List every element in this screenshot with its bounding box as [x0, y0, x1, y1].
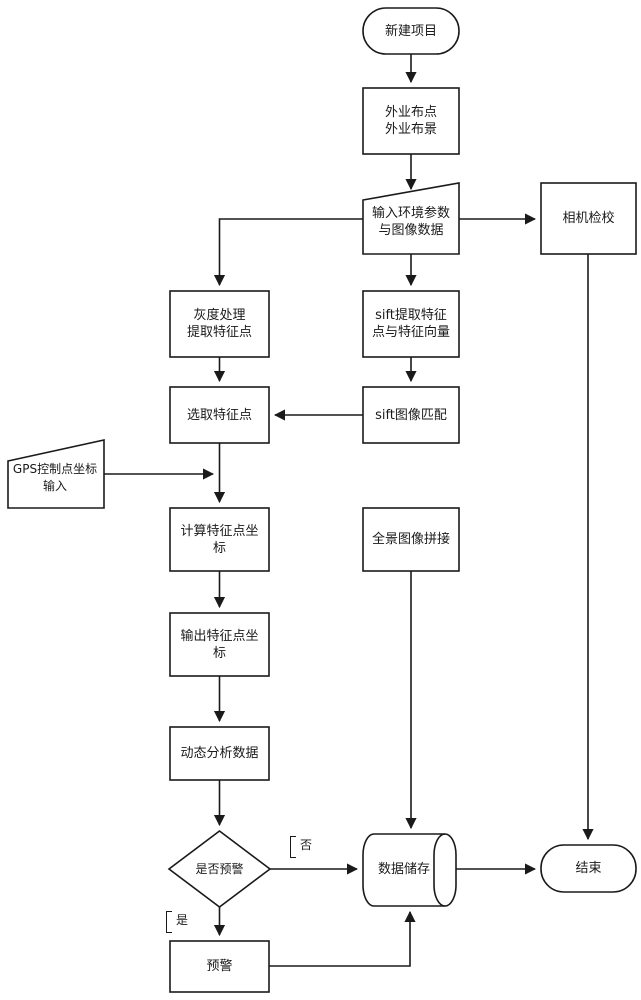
- edge-label-bracket-yes: [166, 911, 172, 933]
- node-shape-gray: [169, 290, 270, 358]
- node-shape-calc: [169, 507, 270, 572]
- node-shape-dynamic: [169, 726, 270, 781]
- node-shape-end: [540, 844, 637, 893]
- node-shape-gps: [7, 439, 105, 509]
- flowchart-canvas: 新建项目 外业布点 外业布景 输入环境参数 与图像数据 相机检校 灰度处理 提取…: [0, 0, 641, 1000]
- node-shape-layout: [362, 87, 460, 155]
- node-shape-siftmatch: [362, 386, 460, 444]
- flowchart-graphics: [7, 7, 637, 993]
- node-shape-storage: [362, 833, 457, 907]
- node-shape-camera: [540, 182, 637, 255]
- node-shape-warn: [169, 940, 270, 993]
- node-shape-output: [169, 612, 270, 677]
- node-shape-panorama: [362, 507, 460, 572]
- node-shape-input: [362, 182, 460, 255]
- node-shape-select: [169, 386, 270, 444]
- node-shape-start: [362, 7, 460, 55]
- edge-warn-storage: [269, 910, 416, 967]
- edge-input-gray: [213, 218, 363, 287]
- node-shape-siftext: [362, 290, 460, 358]
- node-shape-decision: [167, 829, 272, 909]
- edge-label-bracket-no: [290, 836, 296, 858]
